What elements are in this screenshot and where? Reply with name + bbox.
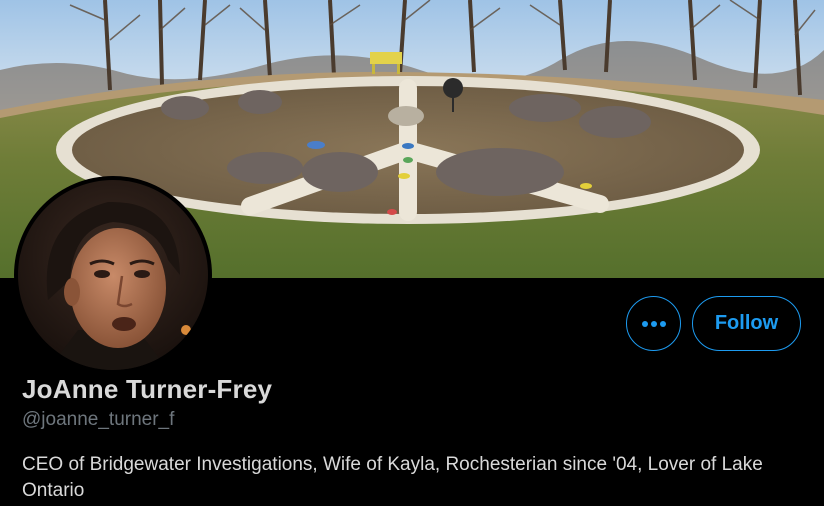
profile-page: Follow JoAnne Turner-Frey @joanne_turner… xyxy=(0,0,824,506)
follow-button[interactable]: Follow xyxy=(692,296,801,351)
display-name: JoAnne Turner-Frey xyxy=(22,374,273,404)
profile-bio: CEO of Bridgewater Investigations, Wife … xyxy=(22,454,763,501)
profile-photo xyxy=(18,180,208,370)
avatar[interactable] xyxy=(14,176,212,374)
more-horizontal-icon xyxy=(641,320,666,327)
more-options-button[interactable] xyxy=(626,296,681,351)
user-handle: @joanne_turner_f xyxy=(22,409,175,430)
